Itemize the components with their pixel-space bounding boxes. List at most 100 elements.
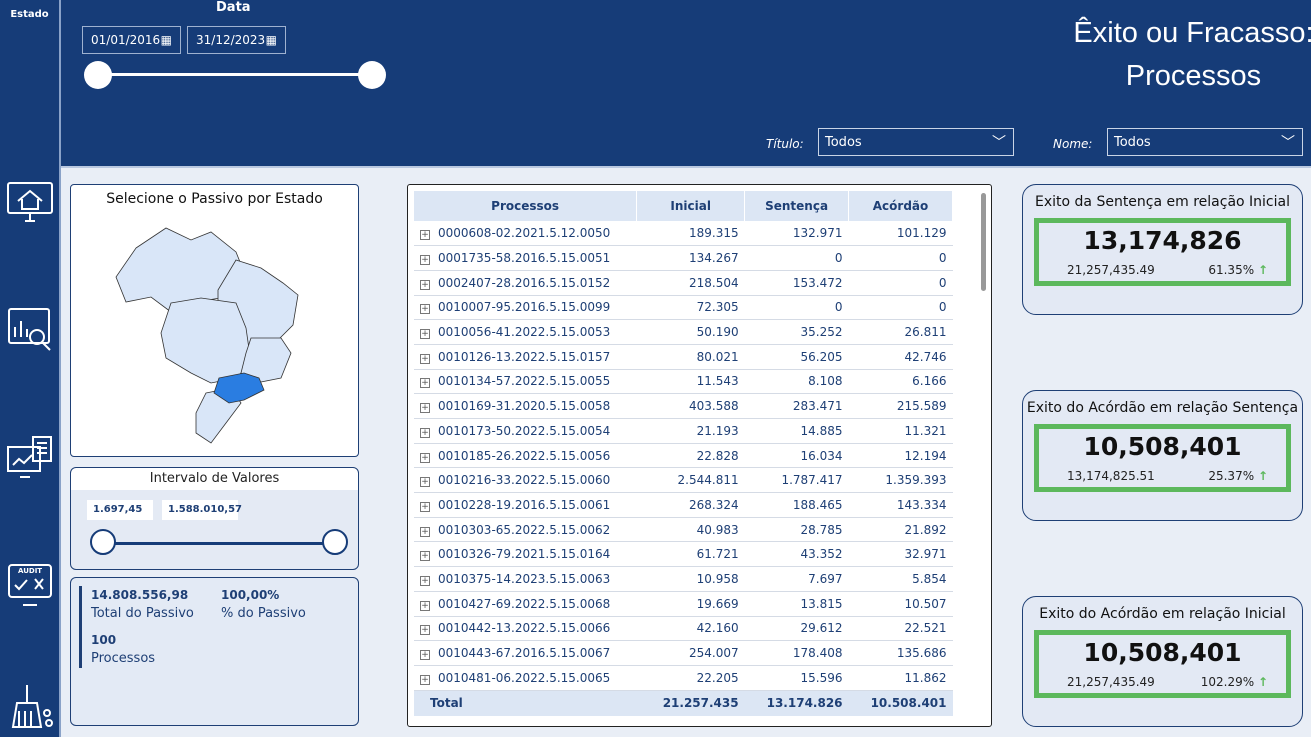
table-row[interactable]: +0010007-95.2016.5.15.0099 72.305 0 0 [414,295,953,321]
table-scrollbar[interactable] [981,193,986,291]
expand-icon[interactable]: + [420,625,430,636]
expand-icon[interactable]: + [420,674,430,685]
table-row[interactable]: +0010427-69.2022.5.15.0068 19.669 13.815 10… [414,591,953,617]
home-monitor-icon[interactable] [4,176,56,228]
table-row[interactable]: +0010303-65.2022.5.15.0062 40.983 28.785 21… [414,517,953,543]
expand-icon[interactable]: + [420,526,430,537]
processo-id: 0010442-13.2022.5.15.0066 [438,621,611,636]
expand-icon[interactable]: + [420,452,430,463]
table-row[interactable]: +0010169-31.2020.5.15.0058 403.588 283.471… [414,393,953,419]
sentenca-cell: 43.352 [744,541,849,568]
sentenca-cell: 178.408 [744,640,849,666]
interval-slider-max-handle[interactable] [322,529,348,555]
table-row[interactable]: +0010134-57.2022.5.15.0055 11.543 8.108 6.1… [414,369,953,395]
kpi-panel: 14.808.556,98 Total do Passivo 100,00% %… [70,577,359,726]
table-row[interactable]: +0001735-58.2016.5.15.0051 134.267 0 0 [414,245,953,271]
expand-icon[interactable]: + [420,255,430,266]
expand-icon[interactable]: + [420,427,430,438]
acordao-cell: 135.686 [848,640,953,666]
column-header-inicial[interactable]: Inicial [636,191,746,221]
expand-icon[interactable]: + [420,551,430,562]
brazil-map[interactable] [106,218,306,448]
table-row[interactable]: +0010056-41.2022.5.15.0053 50.190 35.252 26… [414,319,953,345]
acordao-cell: 32.971 [848,541,953,568]
acordao-cell: 5.854 [848,566,953,592]
column-header-processos[interactable]: Processos [414,191,638,221]
date-end-input[interactable]: 31/12/2023 ▦ [187,26,286,54]
exito-card-base: 21,257,435.49 [1067,675,1155,689]
column-header-acordao[interactable]: Acórdão [848,191,953,221]
expand-icon[interactable]: + [420,650,430,661]
exito-card-pct: 25.37% ↑ [1208,469,1268,483]
processo-id: 0010481-06.2022.5.15.0065 [438,670,611,685]
interval-slider-min-handle[interactable] [90,529,116,555]
calendar-icon[interactable]: ▦ [266,33,277,47]
inicial-cell: 11.543 [636,369,745,395]
exito-card-3: Exito do Acórdão em relação Inicial 10,5… [1022,596,1303,727]
expand-icon[interactable]: + [420,575,430,586]
sentenca-cell: 283.471 [744,393,849,419]
exito-card-title: Exito do Acórdão em relação Inicial [1039,606,1286,622]
table-row[interactable]: +0010326-79.2021.5.15.0164 61.721 43.352 32… [414,541,953,568]
calendar-icon[interactable]: ▦ [161,33,172,47]
map-panel: Selecione o Passivo por Estado [70,184,359,457]
analytics-icon[interactable] [4,304,56,356]
expand-icon[interactable]: + [420,279,430,290]
processos-table: Processos Inicial Sentença Acórdão +0000… [414,191,953,717]
table-row[interactable]: +0000608-02.2021.5.12.0050 189.315 132.971… [414,221,953,247]
audit-icon[interactable]: AUDIT [4,560,56,612]
table-row[interactable]: +0010442-13.2022.5.15.0066 42.160 29.612 22… [414,616,953,642]
table-row[interactable]: +0010216-33.2022.5.15.0060 2.544.811 1.787… [414,467,953,494]
interval-max-input[interactable]: 1.588.010,57 [162,500,242,520]
nome-filter-dropdown[interactable]: Todos ﹀ [1107,128,1303,156]
processos-count-label: Processos [91,651,156,666]
reports-icon[interactable] [4,432,56,484]
state-centerwest [160,297,252,384]
processo-id: 0010326-79.2021.5.15.0164 [438,547,611,562]
arrow-up-icon: ↑ [1257,469,1268,483]
sentenca-cell: 14.885 [744,418,849,444]
sentenca-cell: 16.034 [744,443,849,469]
expand-icon[interactable]: + [420,600,430,611]
table-row[interactable]: +0010481-06.2022.5.15.0065 22.205 15.596 11… [414,665,953,691]
titulo-filter-dropdown[interactable]: Todos ﹀ [818,128,1014,156]
inicial-cell: 50.190 [636,319,745,345]
total-inicial: 21.257.435 [636,690,745,717]
expand-icon[interactable]: + [420,403,430,414]
expand-icon[interactable]: + [420,378,430,389]
interval-slider-track[interactable] [103,542,338,545]
sentenca-cell: 28.785 [744,517,849,543]
processo-id: 0010134-57.2022.5.15.0055 [438,374,611,389]
inicial-cell: 80.021 [636,344,745,370]
interval-min-input[interactable]: 1.697,45 [87,500,153,520]
expand-icon[interactable]: + [420,353,430,364]
table-row[interactable]: +0010375-14.2023.5.15.0063 10.958 7.697 5.8… [414,566,953,592]
svg-text:AUDIT: AUDIT [18,567,42,575]
table-row[interactable]: +0010185-26.2022.5.15.0056 22.828 16.034 12… [414,443,953,469]
sidebar: Estado AUDIT [0,0,61,737]
table-row[interactable]: +0010443-67.2016.5.15.0067 254.007 178.408… [414,640,953,666]
table-row[interactable]: +0002407-28.2016.5.15.0152 218.504 153.472… [414,270,953,296]
cleanup-icon[interactable] [4,680,56,732]
column-header-sentenca[interactable]: Sentença [744,191,850,221]
inicial-cell: 403.588 [636,393,745,419]
expand-icon[interactable]: + [420,304,430,315]
expand-icon[interactable]: + [420,329,430,340]
date-slider-track[interactable] [97,73,372,76]
expand-icon[interactable]: + [420,477,430,488]
acordao-cell: 143.334 [848,492,953,518]
processo-id: 0010228-19.2016.5.15.0061 [438,497,611,512]
inicial-cell: 189.315 [636,221,745,247]
date-slider-end-handle[interactable] [358,61,386,89]
date-start-input[interactable]: 01/01/2016 ▦ [82,26,181,54]
expand-icon[interactable]: + [420,230,430,241]
table-row[interactable]: +0010228-19.2016.5.15.0061 268.324 188.465… [414,492,953,518]
total-sentenca: 13.174.826 [744,690,849,717]
date-slider-start-handle[interactable] [84,61,112,89]
table-row[interactable]: +0010126-13.2022.5.15.0157 80.021 56.205 42… [414,344,953,370]
table-row[interactable]: +0010173-50.2022.5.15.0054 21.193 14.885 11… [414,418,953,444]
sentenca-cell: 56.205 [744,344,849,370]
exito-card-value: 13,174,826 [1083,226,1242,255]
expand-icon[interactable]: + [420,501,430,512]
acordao-cell: 21.892 [848,517,953,543]
